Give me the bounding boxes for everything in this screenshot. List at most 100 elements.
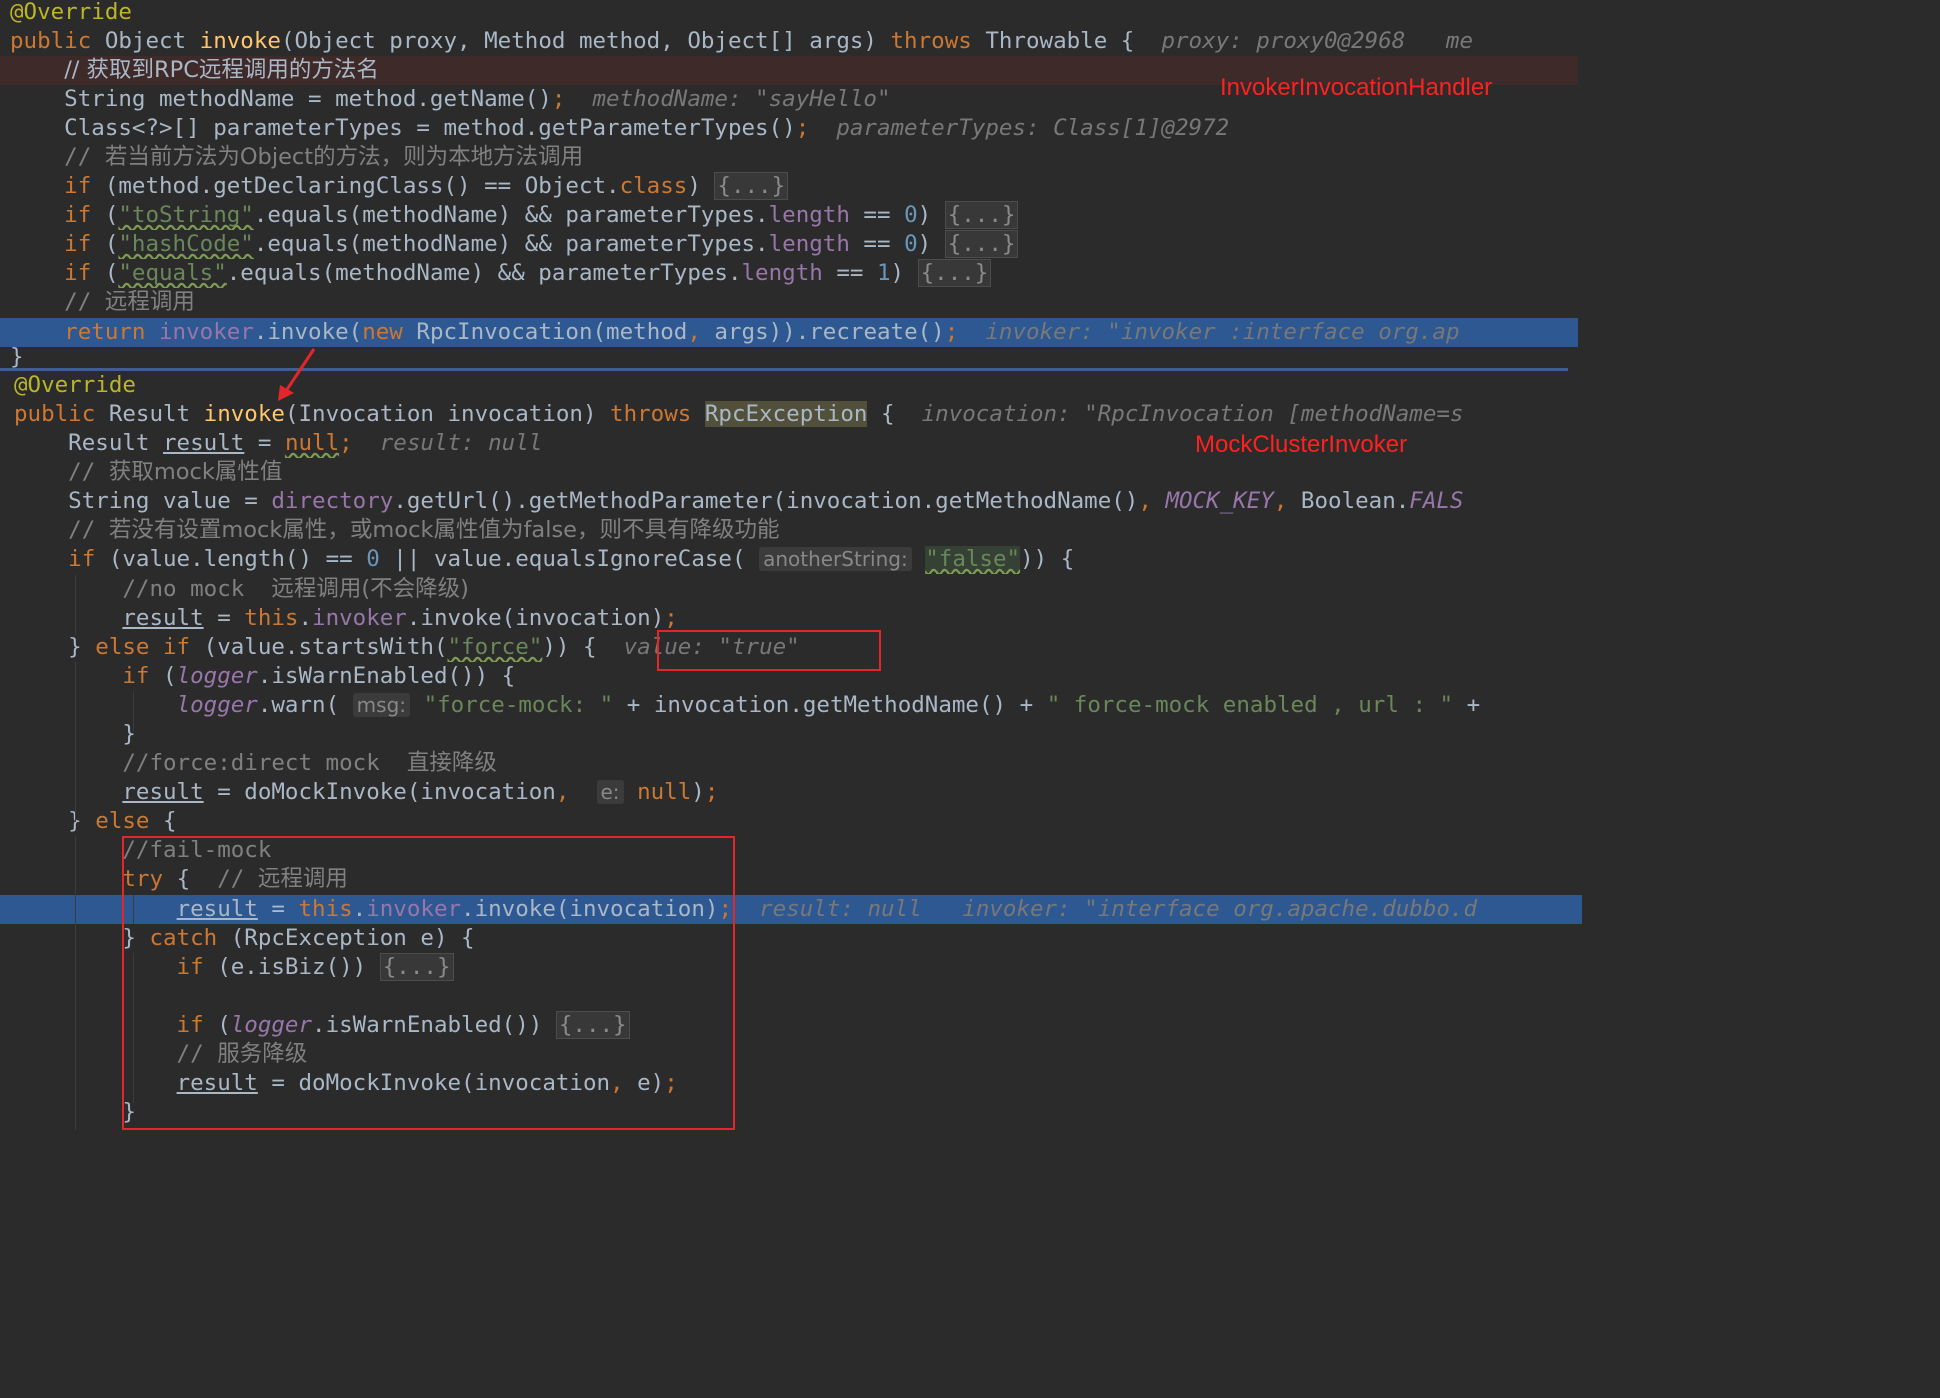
- code-token: }: [10, 347, 24, 368]
- code-token: ): [917, 231, 945, 257]
- code-token: if: [14, 546, 109, 572]
- code-token: }: [14, 808, 96, 834]
- code-token: (method.getDeclaringClass() == Object.: [104, 173, 620, 199]
- code-token: FALS: [1409, 488, 1464, 514]
- code-token: ==: [822, 260, 877, 286]
- indent-guide: [75, 575, 76, 635]
- code-token: ==: [849, 231, 905, 257]
- code-line-19: // 若没有设置mock属性，或mock属性值为false，则不具有降级功能: [14, 516, 1582, 545]
- code-token: logger: [176, 663, 258, 689]
- code-token: .isWarnEnabled()) {: [257, 663, 516, 689]
- code-token: directory: [271, 488, 394, 514]
- code-token: MOCK_KEY: [1165, 488, 1274, 514]
- code-token: result: [122, 605, 204, 631]
- code-token: // 获取到RPC远程调用的方法名: [64, 57, 379, 83]
- code-token: throws: [890, 28, 986, 54]
- code-token: String methodName = method.getName(): [10, 86, 552, 112]
- code-token: {...}: [714, 172, 789, 200]
- code-token: (value.length() ==: [108, 546, 367, 572]
- code-token: anotherString:: [759, 547, 912, 571]
- code-token: {: [867, 401, 922, 427]
- indent-guide: [75, 662, 76, 822]
- code-token: //: [10, 144, 105, 170]
- code-token: //: [10, 289, 105, 315]
- indent-guide: [75, 836, 76, 1130]
- code-token: Throwable {: [985, 28, 1162, 54]
- code-editor[interactable]: @Override public Object invoke(Object pr…: [0, 0, 1582, 1130]
- code-token: ==: [849, 202, 905, 228]
- code-token: .invoke(invocation): [406, 605, 665, 631]
- code-token: }: [14, 634, 96, 660]
- code-line-7: if (method.getDeclaringClass() == Object…: [10, 172, 1578, 201]
- code-token: ;: [704, 779, 719, 805]
- code-token: //: [14, 517, 109, 543]
- code-token: //force:direct mock: [14, 750, 407, 776]
- code-token: =: [244, 430, 285, 456]
- code-line-14: @Override: [14, 371, 1582, 400]
- code-token: ;: [339, 430, 353, 456]
- code-line-1: @Override: [10, 0, 1578, 27]
- code-token: invoke: [199, 28, 281, 54]
- code-token: length: [741, 260, 823, 286]
- code-token: Class<?>[] parameterTypes = method.getPa…: [10, 115, 796, 141]
- code-token: )) {: [542, 634, 624, 660]
- red-arrow-icon: [278, 348, 316, 401]
- code-line-27: //force:direct mock 直接降级: [14, 749, 1582, 778]
- code-token: args)).recreate(): [700, 319, 945, 345]
- code-line-28: result = doMockInvoke(invocation, e: nul…: [14, 778, 1582, 807]
- code-token: ,: [555, 779, 570, 805]
- code-token: length: [768, 202, 850, 228]
- code-line-5: Class<?>[] parameterTypes = method.getPa…: [10, 114, 1578, 143]
- code-token: ;: [551, 86, 566, 112]
- code-token: 直接降级: [406, 750, 497, 776]
- code-token: result: null: [352, 430, 543, 456]
- code-token: )) {: [1020, 546, 1075, 572]
- code-token: if: [10, 202, 105, 228]
- code-token: 1: [876, 260, 891, 286]
- code-token: Result: [108, 401, 204, 427]
- code-token: 0: [366, 546, 380, 572]
- code-token: methodName: "sayHello": [565, 86, 891, 112]
- code-token: (value.startsWith(: [203, 634, 448, 660]
- mock-cluster-invoker-label: MockClusterInvoker: [1195, 431, 1408, 458]
- code-token: logger: [176, 692, 258, 718]
- code-line-22: result = this.invoker.invoke(invocation)…: [14, 604, 1582, 633]
- code-token: (: [104, 202, 119, 228]
- code-token: invocation: "RpcInvocation [methodName=s: [921, 401, 1464, 427]
- code-token: 若当前方法为Object的方法，则为本地方法调用: [104, 144, 584, 170]
- code-token: "false": [925, 546, 1021, 572]
- code-token: if: [10, 231, 105, 257]
- code-token: RpcException: [704, 401, 868, 427]
- code-token: .invoke(: [253, 319, 363, 345]
- code-token: "equals": [118, 260, 227, 286]
- code-token: (Invocation invocation): [284, 401, 611, 427]
- code-token: ): [687, 173, 715, 199]
- code-token: proxy: proxy0@2968 me: [1161, 28, 1474, 54]
- code-token: result: null invoker: "interface org.apa…: [731, 896, 1478, 922]
- code-token: 远程调用: [104, 289, 195, 315]
- code-token: 获取mock属性值: [108, 459, 283, 485]
- code-token: return: [10, 319, 160, 345]
- code-token: if: [10, 173, 105, 199]
- fail-mock-highlight-box: [122, 836, 735, 1130]
- code-token: throws: [610, 401, 705, 427]
- code-line-20: if (value.length() == 0 || value.equalsI…: [14, 545, 1582, 574]
- code-line-9: if ("hashCode".equals(methodName) && par…: [10, 230, 1578, 259]
- code-token: String value =: [14, 488, 272, 514]
- code-line-15: public Result invoke(Invocation invocati…: [14, 400, 1582, 429]
- code-token: Object: [104, 28, 200, 54]
- code-line-10: if ("equals".equals(methodName) && param…: [10, 259, 1578, 288]
- code-token: ;: [944, 319, 959, 345]
- code-line-12-current[interactable]: return invoker.invoke(new RpcInvocation(…: [0, 318, 1578, 347]
- code-token: //: [14, 459, 109, 485]
- code-token: (: [163, 663, 177, 689]
- code-token: @Override: [14, 372, 136, 398]
- code-token: result: [122, 779, 204, 805]
- code-line-6: // 若当前方法为Object的方法，则为本地方法调用: [10, 143, 1578, 172]
- code-line-18: String value = directory.getUrl().getMet…: [14, 487, 1582, 516]
- indent-guide: [133, 691, 134, 731]
